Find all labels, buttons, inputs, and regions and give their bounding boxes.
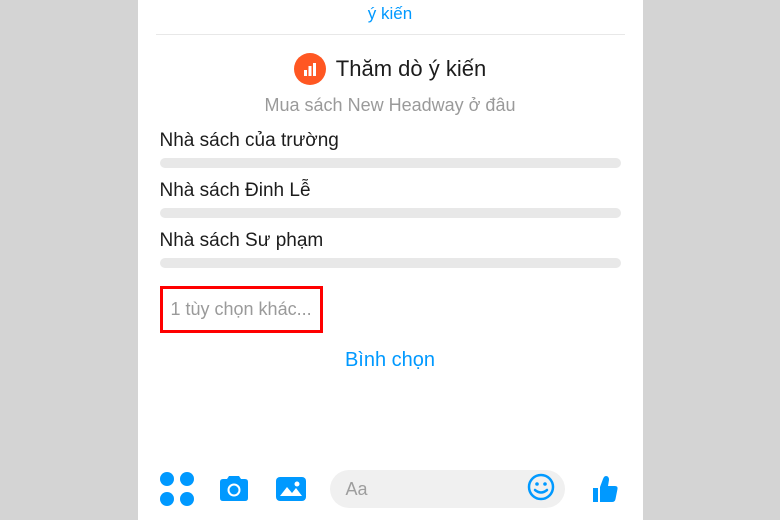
messenger-panel: ý kiến Thăm dò ý kiến Mua sách New Headw…	[138, 0, 643, 520]
poll-option-label: Nhà sách Sư phạm	[160, 230, 621, 258]
apps-icon[interactable]	[160, 472, 194, 506]
message-placeholder: Aa	[346, 479, 519, 500]
poll-option-bar	[160, 208, 621, 218]
more-options-link[interactable]: 1 tùy chọn khác...	[160, 286, 323, 333]
poll-question: Mua sách New Headway ở đâu	[138, 91, 643, 130]
poll-option[interactable]: Nhà sách Sư phạm	[160, 230, 621, 268]
poll-icon	[294, 53, 326, 85]
vote-button[interactable]: Bình chọn	[138, 333, 643, 380]
poll-title: Thăm dò ý kiến	[336, 56, 486, 82]
emoji-icon[interactable]	[527, 473, 555, 506]
message-input[interactable]: Aa	[330, 470, 565, 508]
poll-option-bar	[160, 158, 621, 168]
poll-option-label: Nhà sách của trường	[160, 130, 621, 158]
composer-toolbar: Aa	[138, 460, 643, 520]
like-icon[interactable]	[587, 472, 621, 506]
camera-icon[interactable]	[216, 474, 252, 504]
poll-options: Nhà sách của trường Nhà sách Đinh Lễ Nhà…	[138, 130, 643, 280]
poll-header: Thăm dò ý kiến	[138, 35, 643, 91]
poll-option[interactable]: Nhà sách Đinh Lễ	[160, 180, 621, 218]
poll-option-label: Nhà sách Đinh Lễ	[160, 180, 621, 208]
poll-option-bar	[160, 258, 621, 268]
poll-option[interactable]: Nhà sách của trường	[160, 130, 621, 168]
header-link[interactable]: ý kiến	[156, 0, 625, 35]
gallery-icon[interactable]	[274, 474, 308, 504]
